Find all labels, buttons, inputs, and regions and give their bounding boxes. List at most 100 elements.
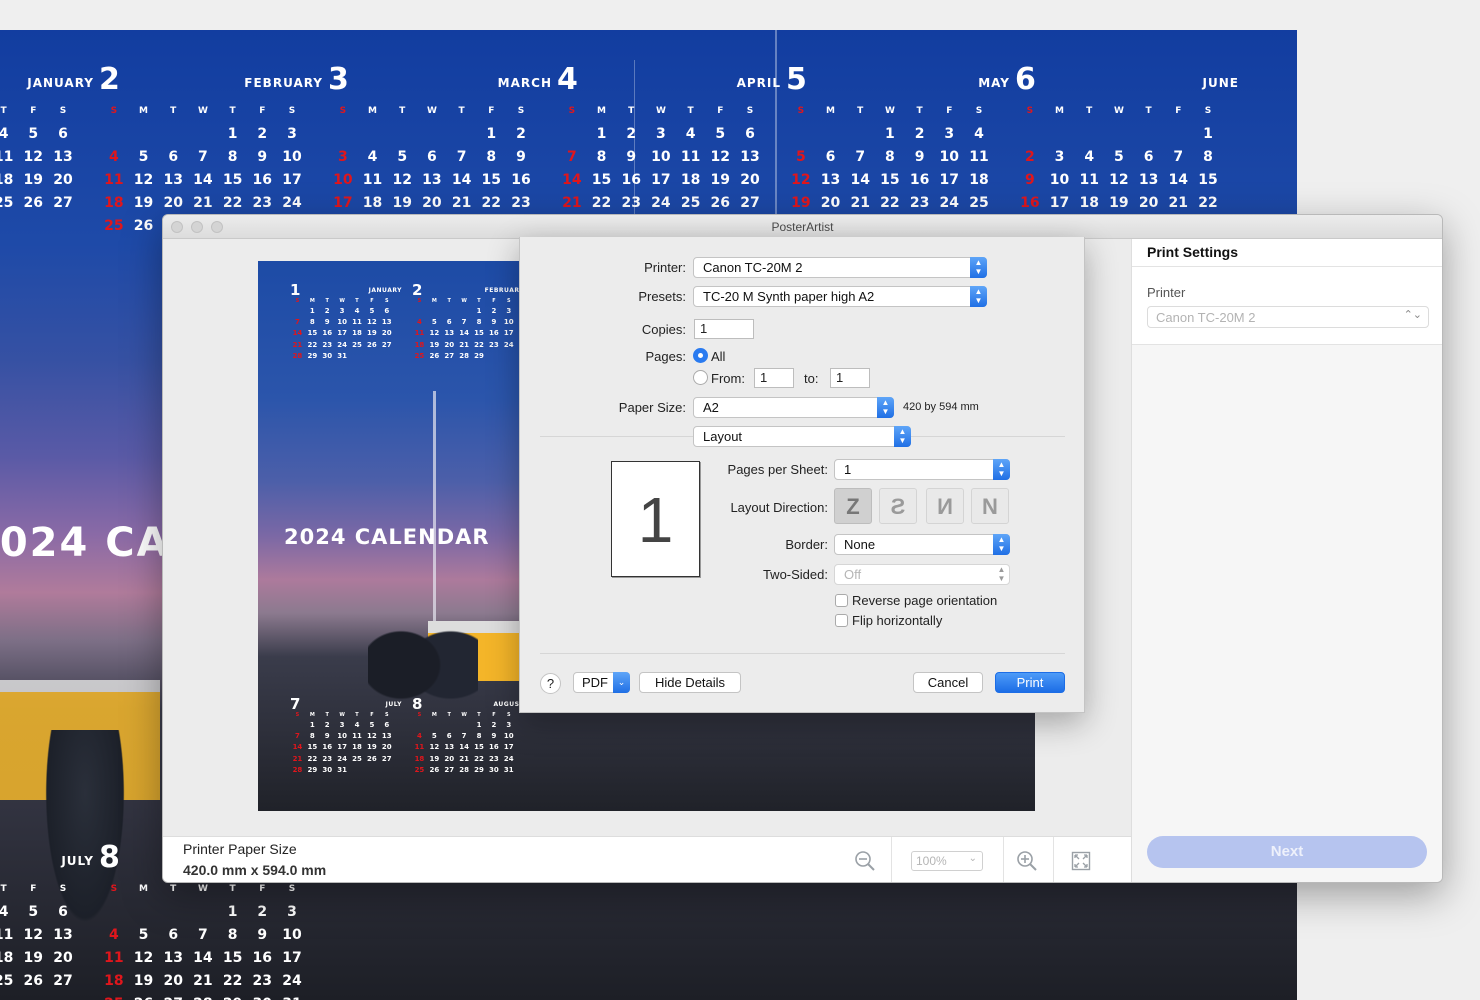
calendar-day: 1 bbox=[227, 126, 238, 142]
weekday-label: W bbox=[655, 106, 666, 116]
weekday-label: T bbox=[355, 298, 359, 304]
border-popup[interactable]: None ▲ ▼ bbox=[834, 534, 1010, 555]
border-value: None bbox=[844, 537, 876, 552]
calendar-day: 23 bbox=[322, 754, 333, 763]
weekday-label: T bbox=[628, 106, 635, 116]
pages-all-radio[interactable] bbox=[693, 348, 708, 363]
calendar-day: 17 bbox=[651, 172, 671, 188]
chevron-updown-icon: ▲ ▼ bbox=[894, 426, 911, 447]
calendar-day: 21 bbox=[292, 754, 303, 763]
calendar-day: 27 bbox=[53, 195, 73, 211]
paper-size-footer: Printer Paper Size 420.0 mm x 594.0 mm 1… bbox=[163, 836, 1131, 882]
pages-to-field[interactable]: 1 bbox=[830, 368, 870, 388]
calendar-day: 29 bbox=[474, 351, 484, 360]
weekday-label: T bbox=[399, 106, 406, 116]
calendar-day: 20 bbox=[163, 973, 183, 989]
calendar-day: 25 bbox=[414, 765, 425, 774]
pages-from-field[interactable]: 1 bbox=[754, 368, 794, 388]
month-number: 5 bbox=[786, 62, 807, 97]
calendar-day: 11 bbox=[352, 732, 362, 741]
calendar-day: 10 bbox=[282, 927, 302, 943]
fit-to-window-icon[interactable] bbox=[1059, 837, 1103, 882]
chevron-down-icon: ⌄ bbox=[968, 853, 977, 864]
calendar-day bbox=[457, 721, 472, 732]
paper-size-dimensions: 420 by 594 mm bbox=[903, 401, 979, 413]
two-sided-popup[interactable]: Off ▲ ▼ bbox=[834, 564, 1010, 585]
layout-direction-s-button[interactable]: Ƨ bbox=[879, 488, 917, 524]
calendar-day: 1 bbox=[1203, 126, 1213, 142]
calendar-day: 1 bbox=[885, 126, 895, 142]
chevron-updown-icon: ▲ ▼ bbox=[970, 286, 987, 307]
help-button[interactable]: ? bbox=[540, 673, 561, 694]
calendar-day: 27 bbox=[158, 996, 188, 1000]
calendar-day: 7 bbox=[566, 149, 577, 165]
weekday-label: S bbox=[384, 298, 389, 304]
calendar-day bbox=[379, 766, 394, 777]
calendar-day: 7 bbox=[198, 927, 208, 943]
calendar-day: 18 bbox=[414, 754, 425, 763]
calendar-day bbox=[99, 126, 129, 149]
calendar-day: 29 bbox=[218, 996, 248, 1000]
print-button[interactable]: Print bbox=[995, 672, 1065, 693]
pages-range-radio[interactable] bbox=[693, 370, 708, 385]
calendar-day: 5 bbox=[431, 732, 437, 741]
layout-direction-n-reverse-button[interactable]: И bbox=[926, 488, 964, 524]
calendar-day: 2 bbox=[324, 307, 330, 315]
calendar-day: 8 bbox=[309, 732, 315, 741]
weekday-label: S bbox=[797, 106, 805, 116]
weekday-label: T bbox=[325, 298, 329, 304]
calendar-day bbox=[786, 126, 816, 149]
zoom-select[interactable]: 100% ⌄ bbox=[911, 851, 983, 871]
calendar-day bbox=[18, 218, 48, 241]
calendar-day: 13 bbox=[1138, 172, 1159, 188]
cancel-button[interactable]: Cancel bbox=[913, 672, 983, 693]
calendar-day: 9 bbox=[324, 732, 330, 741]
calendar-day: 15 bbox=[222, 172, 243, 188]
reverse-orientation-checkbox[interactable] bbox=[835, 594, 848, 607]
calendar-day: 18 bbox=[352, 329, 362, 338]
calendar-day: 19 bbox=[367, 329, 377, 338]
layout-direction-n-button[interactable]: N bbox=[971, 488, 1009, 524]
calendar-day: 15 bbox=[474, 329, 484, 338]
calendar-day: 5 bbox=[28, 126, 39, 142]
hide-details-button[interactable]: Hide Details bbox=[639, 672, 741, 693]
calendar-day: 30 bbox=[247, 996, 277, 1000]
calendar-day: 14 bbox=[193, 172, 213, 188]
calendar-day: 8 bbox=[309, 318, 315, 327]
calendar-day: 18 bbox=[352, 743, 362, 752]
paper-size-popup[interactable]: A2 ▲ ▼ bbox=[693, 397, 894, 418]
presets-label: Presets: bbox=[638, 289, 686, 304]
calendar-day: 4 bbox=[417, 732, 422, 741]
calendar-day: 3 bbox=[339, 721, 345, 729]
section-popup[interactable]: Layout ▲ ▼ bbox=[693, 426, 911, 447]
calendar-day: 3 bbox=[506, 721, 512, 729]
calendar-day: 30 bbox=[322, 351, 333, 360]
next-button[interactable]: Next bbox=[1147, 836, 1427, 868]
calendar-day: 11 bbox=[0, 149, 14, 165]
pages-label: Pages: bbox=[645, 349, 686, 364]
weekday-label: T bbox=[857, 106, 864, 116]
calendar-day bbox=[290, 307, 305, 318]
calendar-day: 4 bbox=[354, 721, 360, 729]
flip-horizontally-checkbox[interactable] bbox=[835, 614, 848, 627]
pdf-menu-button[interactable]: PDF ⌄ bbox=[573, 672, 630, 693]
calendar-day: 4 bbox=[0, 904, 9, 920]
pdf-label: PDF bbox=[582, 675, 608, 690]
printer-label: Printer: bbox=[644, 260, 686, 275]
weekday-label: S bbox=[568, 106, 576, 116]
calendar-day: 7 bbox=[456, 149, 467, 165]
calendar-day: 20 bbox=[53, 172, 73, 188]
sidebar-printer-select[interactable]: Canon TC-20M 2 ⌃⌄ bbox=[1147, 306, 1429, 328]
copies-field[interactable]: 1 bbox=[694, 319, 754, 339]
zoom-out-icon[interactable] bbox=[843, 837, 887, 882]
presets-popup[interactable]: TC-20 M Synth paper high A2 ▲ ▼ bbox=[693, 286, 987, 307]
zoom-in-icon[interactable] bbox=[1005, 837, 1049, 882]
layout-direction-z-button[interactable]: Z bbox=[834, 488, 872, 524]
calendar-day bbox=[0, 218, 18, 241]
separator bbox=[540, 653, 1065, 654]
calendar-day: 1 bbox=[309, 307, 315, 315]
calendar-day: 5 bbox=[431, 318, 437, 327]
pages-per-sheet-popup[interactable]: 1 ▲ ▼ bbox=[834, 459, 1010, 480]
calendar-day: 26 bbox=[129, 996, 159, 1000]
printer-popup[interactable]: Canon TC-20M 2 ▲ ▼ bbox=[693, 257, 987, 278]
